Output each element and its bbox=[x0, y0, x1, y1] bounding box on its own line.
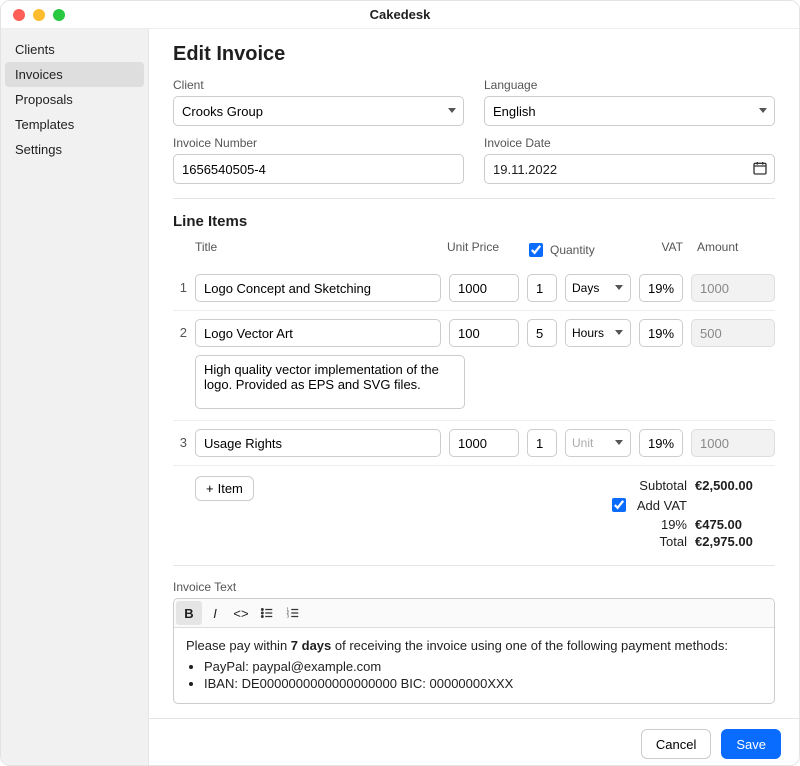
numbered-list-button[interactable]: 123 bbox=[280, 601, 306, 625]
col-title: Title bbox=[195, 240, 439, 254]
line-items-heading: Line Items bbox=[173, 213, 775, 230]
line-item-row: 2 Hours 500 High quality vector implemen… bbox=[173, 311, 775, 421]
item-description-input[interactable]: High quality vector implementation of th… bbox=[195, 355, 465, 409]
invoice-number-input[interactable] bbox=[173, 154, 464, 184]
col-unit-price: Unit Price bbox=[447, 240, 517, 254]
col-amount: Amount bbox=[691, 240, 775, 254]
quantity-toggle-checkbox[interactable] bbox=[529, 243, 543, 257]
maximize-window-icon[interactable] bbox=[53, 9, 65, 21]
row-index: 3 bbox=[173, 429, 187, 450]
window-title: Cakedesk bbox=[370, 7, 431, 22]
page-title: Edit Invoice bbox=[173, 43, 775, 66]
sidebar-item-settings[interactable]: Settings bbox=[1, 137, 148, 162]
add-item-label: Item bbox=[218, 481, 243, 496]
invoice-date-input[interactable]: 19.11.2022 bbox=[484, 154, 775, 184]
invoice-text-label: Invoice Text bbox=[173, 580, 775, 594]
total-label: Total bbox=[660, 534, 687, 549]
invoice-date-label: Invoice Date bbox=[484, 136, 775, 150]
line-item-row: 3 Unit 1000 bbox=[173, 421, 775, 466]
sidebar-item-proposals[interactable]: Proposals bbox=[1, 87, 148, 112]
minimize-window-icon[interactable] bbox=[33, 9, 45, 21]
item-title-input[interactable] bbox=[195, 274, 441, 302]
invoice-text-bullet: PayPal: paypal@example.com bbox=[204, 659, 762, 674]
add-vat-checkbox[interactable] bbox=[612, 498, 626, 512]
add-vat-label: Add VAT bbox=[637, 498, 687, 513]
item-vat-input[interactable] bbox=[639, 274, 683, 302]
item-amount: 1000 bbox=[691, 274, 775, 302]
item-unit-price-input[interactable] bbox=[449, 429, 519, 457]
invoice-text-suffix: of receiving the invoice using one of th… bbox=[331, 638, 728, 653]
item-qty-input[interactable] bbox=[527, 319, 557, 347]
item-unit-select[interactable]: Days bbox=[565, 274, 631, 302]
language-select[interactable]: English bbox=[484, 96, 775, 126]
sidebar-item-clients[interactable]: Clients bbox=[1, 37, 148, 62]
subtotal-value: €2,500.00 bbox=[695, 478, 775, 493]
client-label: Client bbox=[173, 78, 464, 92]
sidebar-item-templates[interactable]: Templates bbox=[1, 112, 148, 137]
bullet-list-button[interactable] bbox=[254, 601, 280, 625]
cancel-button[interactable]: Cancel bbox=[641, 729, 711, 759]
numbered-list-icon: 123 bbox=[286, 606, 300, 620]
calendar-icon[interactable] bbox=[752, 160, 768, 179]
editor-toolbar: B I <> 123 bbox=[174, 599, 774, 628]
invoice-text-bullet: IBAN: DE0000000000000000000 BIC: 0000000… bbox=[204, 676, 762, 691]
italic-button[interactable]: I bbox=[202, 601, 228, 625]
divider bbox=[173, 198, 775, 199]
row-index: 1 bbox=[173, 274, 187, 295]
invoice-text-bold: 7 days bbox=[291, 638, 331, 653]
add-item-button[interactable]: + Item bbox=[195, 476, 254, 501]
item-unit-select[interactable]: Unit bbox=[565, 429, 631, 457]
item-amount: 1000 bbox=[691, 429, 775, 457]
sidebar-item-invoices[interactable]: Invoices bbox=[5, 62, 144, 87]
bold-button[interactable]: B bbox=[176, 601, 202, 625]
close-window-icon[interactable] bbox=[13, 9, 25, 21]
bullet-list-icon bbox=[260, 606, 274, 620]
code-button[interactable]: <> bbox=[228, 601, 254, 625]
vat-rate-label: 19% bbox=[661, 517, 687, 532]
row-index: 2 bbox=[173, 319, 187, 340]
item-unit-price-input[interactable] bbox=[449, 274, 519, 302]
item-unit-price-input[interactable] bbox=[449, 319, 519, 347]
svg-text:3: 3 bbox=[287, 614, 290, 619]
line-item-row: 1 Days 1000 bbox=[173, 266, 775, 311]
item-title-input[interactable] bbox=[195, 429, 441, 457]
invoice-text-editor: B I <> 123 Please pay within 7 days of r… bbox=[173, 598, 775, 704]
footer: Cancel Save bbox=[149, 718, 799, 765]
item-vat-input[interactable] bbox=[639, 319, 683, 347]
code-icon: <> bbox=[233, 606, 248, 621]
vat-value: €475.00 bbox=[695, 517, 775, 532]
plus-icon: + bbox=[206, 481, 214, 496]
editor-content[interactable]: Please pay within 7 days of receiving th… bbox=[174, 628, 774, 703]
titlebar: Cakedesk bbox=[1, 1, 799, 29]
item-vat-input[interactable] bbox=[639, 429, 683, 457]
item-title-input[interactable] bbox=[195, 319, 441, 347]
totals: Subtotal €2,500.00 Add VAT 19% €475.00 Tot… bbox=[608, 476, 775, 551]
divider bbox=[173, 565, 775, 566]
col-quantity: Quantity bbox=[550, 243, 595, 257]
invoice-date-value: 19.11.2022 bbox=[493, 162, 557, 177]
save-button[interactable]: Save bbox=[721, 729, 781, 759]
item-qty-input[interactable] bbox=[527, 274, 557, 302]
client-select[interactable]: Crooks Group bbox=[173, 96, 464, 126]
invoice-number-label: Invoice Number bbox=[173, 136, 464, 150]
item-amount: 500 bbox=[691, 319, 775, 347]
item-qty-input[interactable] bbox=[527, 429, 557, 457]
col-vat: VAT bbox=[639, 240, 683, 254]
sidebar: Clients Invoices Proposals Templates Set… bbox=[1, 29, 149, 765]
invoice-text-prefix: Please pay within bbox=[186, 638, 291, 653]
item-unit-select[interactable]: Hours bbox=[565, 319, 631, 347]
subtotal-label: Subtotal bbox=[639, 478, 687, 493]
total-value: €2,975.00 bbox=[695, 534, 775, 549]
language-label: Language bbox=[484, 78, 775, 92]
